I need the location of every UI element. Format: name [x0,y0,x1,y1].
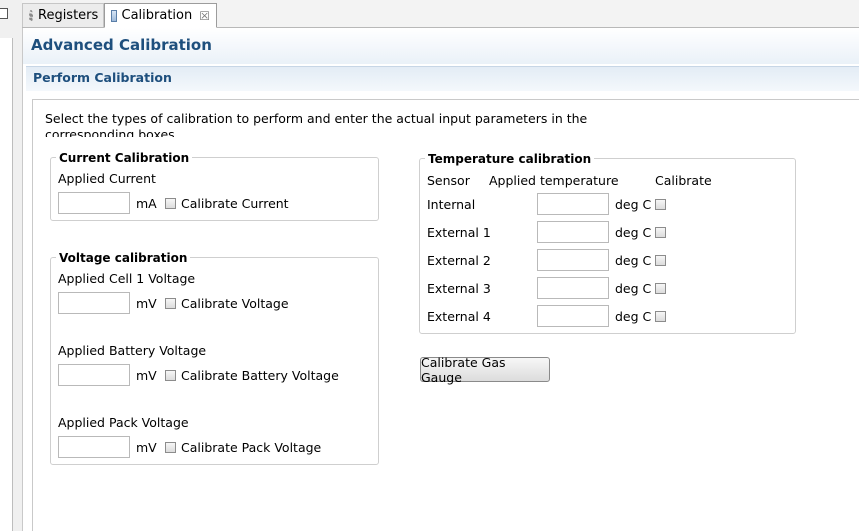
calibrate-voltage-label: Calibrate Voltage [181,296,289,311]
applied-current-label: Applied Current [58,171,156,186]
applied-current-input[interactable] [58,192,130,214]
column-header-calibrate: Calibrate [655,173,712,188]
calibrate-external-2-checkbox[interactable] [655,255,666,266]
battery-voltage-label: Applied Battery Voltage [58,343,207,358]
tab-calibration[interactable]: Calibration ☒ [104,3,217,28]
unit-label: deg C [615,309,652,324]
left-panel-strip [0,0,23,531]
calibrate-external-3-checkbox[interactable] [655,283,666,294]
instructions-text: Select the types of calibration to perfo… [45,111,588,137]
calibrate-current-checkbox[interactable] [165,198,176,209]
pack-voltage-label: Applied Pack Voltage [58,415,189,430]
unit-label: mV [136,296,157,311]
tab-registers[interactable]: Registers [22,3,104,27]
column-header-applied-temperature: Applied temperature [489,173,619,188]
battery-voltage-input[interactable] [58,364,130,386]
cell1-voltage-label: Applied Cell 1 Voltage [58,271,196,286]
group-legend: Voltage calibration [56,251,191,265]
calibrate-pack-voltage-checkbox[interactable] [165,442,176,453]
unit-label: mV [136,440,157,455]
tab-label: Registers [38,8,99,23]
group-legend: Temperature calibration [425,152,595,166]
calibration-icon [111,9,117,22]
sensor-label-external-3: External 3 [427,281,491,296]
calibrate-voltage-checkbox[interactable] [165,298,176,309]
calibrate-internal-checkbox[interactable] [655,199,666,210]
temperature-input-external-1[interactable] [537,221,609,243]
calibrate-external-1-checkbox[interactable] [655,227,666,238]
unit-label: mV [136,368,157,383]
calibrate-external-4-checkbox[interactable] [655,311,666,322]
unit-label: deg C [615,281,652,296]
temperature-input-external-4[interactable] [537,305,609,327]
calibrate-battery-voltage-checkbox[interactable] [165,370,176,381]
calibrate-battery-voltage-label: Calibrate Battery Voltage [181,368,339,383]
sensor-label-external-1: External 1 [427,225,491,240]
sensor-label-external-2: External 2 [427,253,491,268]
close-icon[interactable]: ☒ [199,9,210,23]
section-title: Perform Calibration [33,70,172,85]
voltage-calibration-group [50,257,379,465]
temperature-input-external-3[interactable] [537,277,609,299]
unit-label: deg C [615,253,652,268]
unit-label: mA [136,196,157,211]
cell1-voltage-input[interactable] [58,292,130,314]
gear-icon [29,9,33,22]
sensor-label-external-4: External 4 [427,309,491,324]
pack-voltage-input[interactable] [58,436,130,458]
temperature-input-external-2[interactable] [537,249,609,271]
unit-label: deg C [615,197,652,212]
group-legend: Current Calibration [56,151,193,165]
temperature-input-internal[interactable] [537,193,609,215]
calibrate-current-label: Calibrate Current [181,196,289,211]
sensor-label-internal: Internal [427,197,476,212]
tab-label: Calibration [121,8,193,23]
calibrate-pack-voltage-label: Calibrate Pack Voltage [181,440,322,455]
restore-icon[interactable] [0,8,8,19]
column-header-sensor: Sensor [427,173,470,188]
calibrate-gas-gauge-button[interactable]: Calibrate Gas Gauge [420,355,550,385]
unit-label: deg C [615,225,652,240]
page-title: Advanced Calibration [31,36,212,54]
